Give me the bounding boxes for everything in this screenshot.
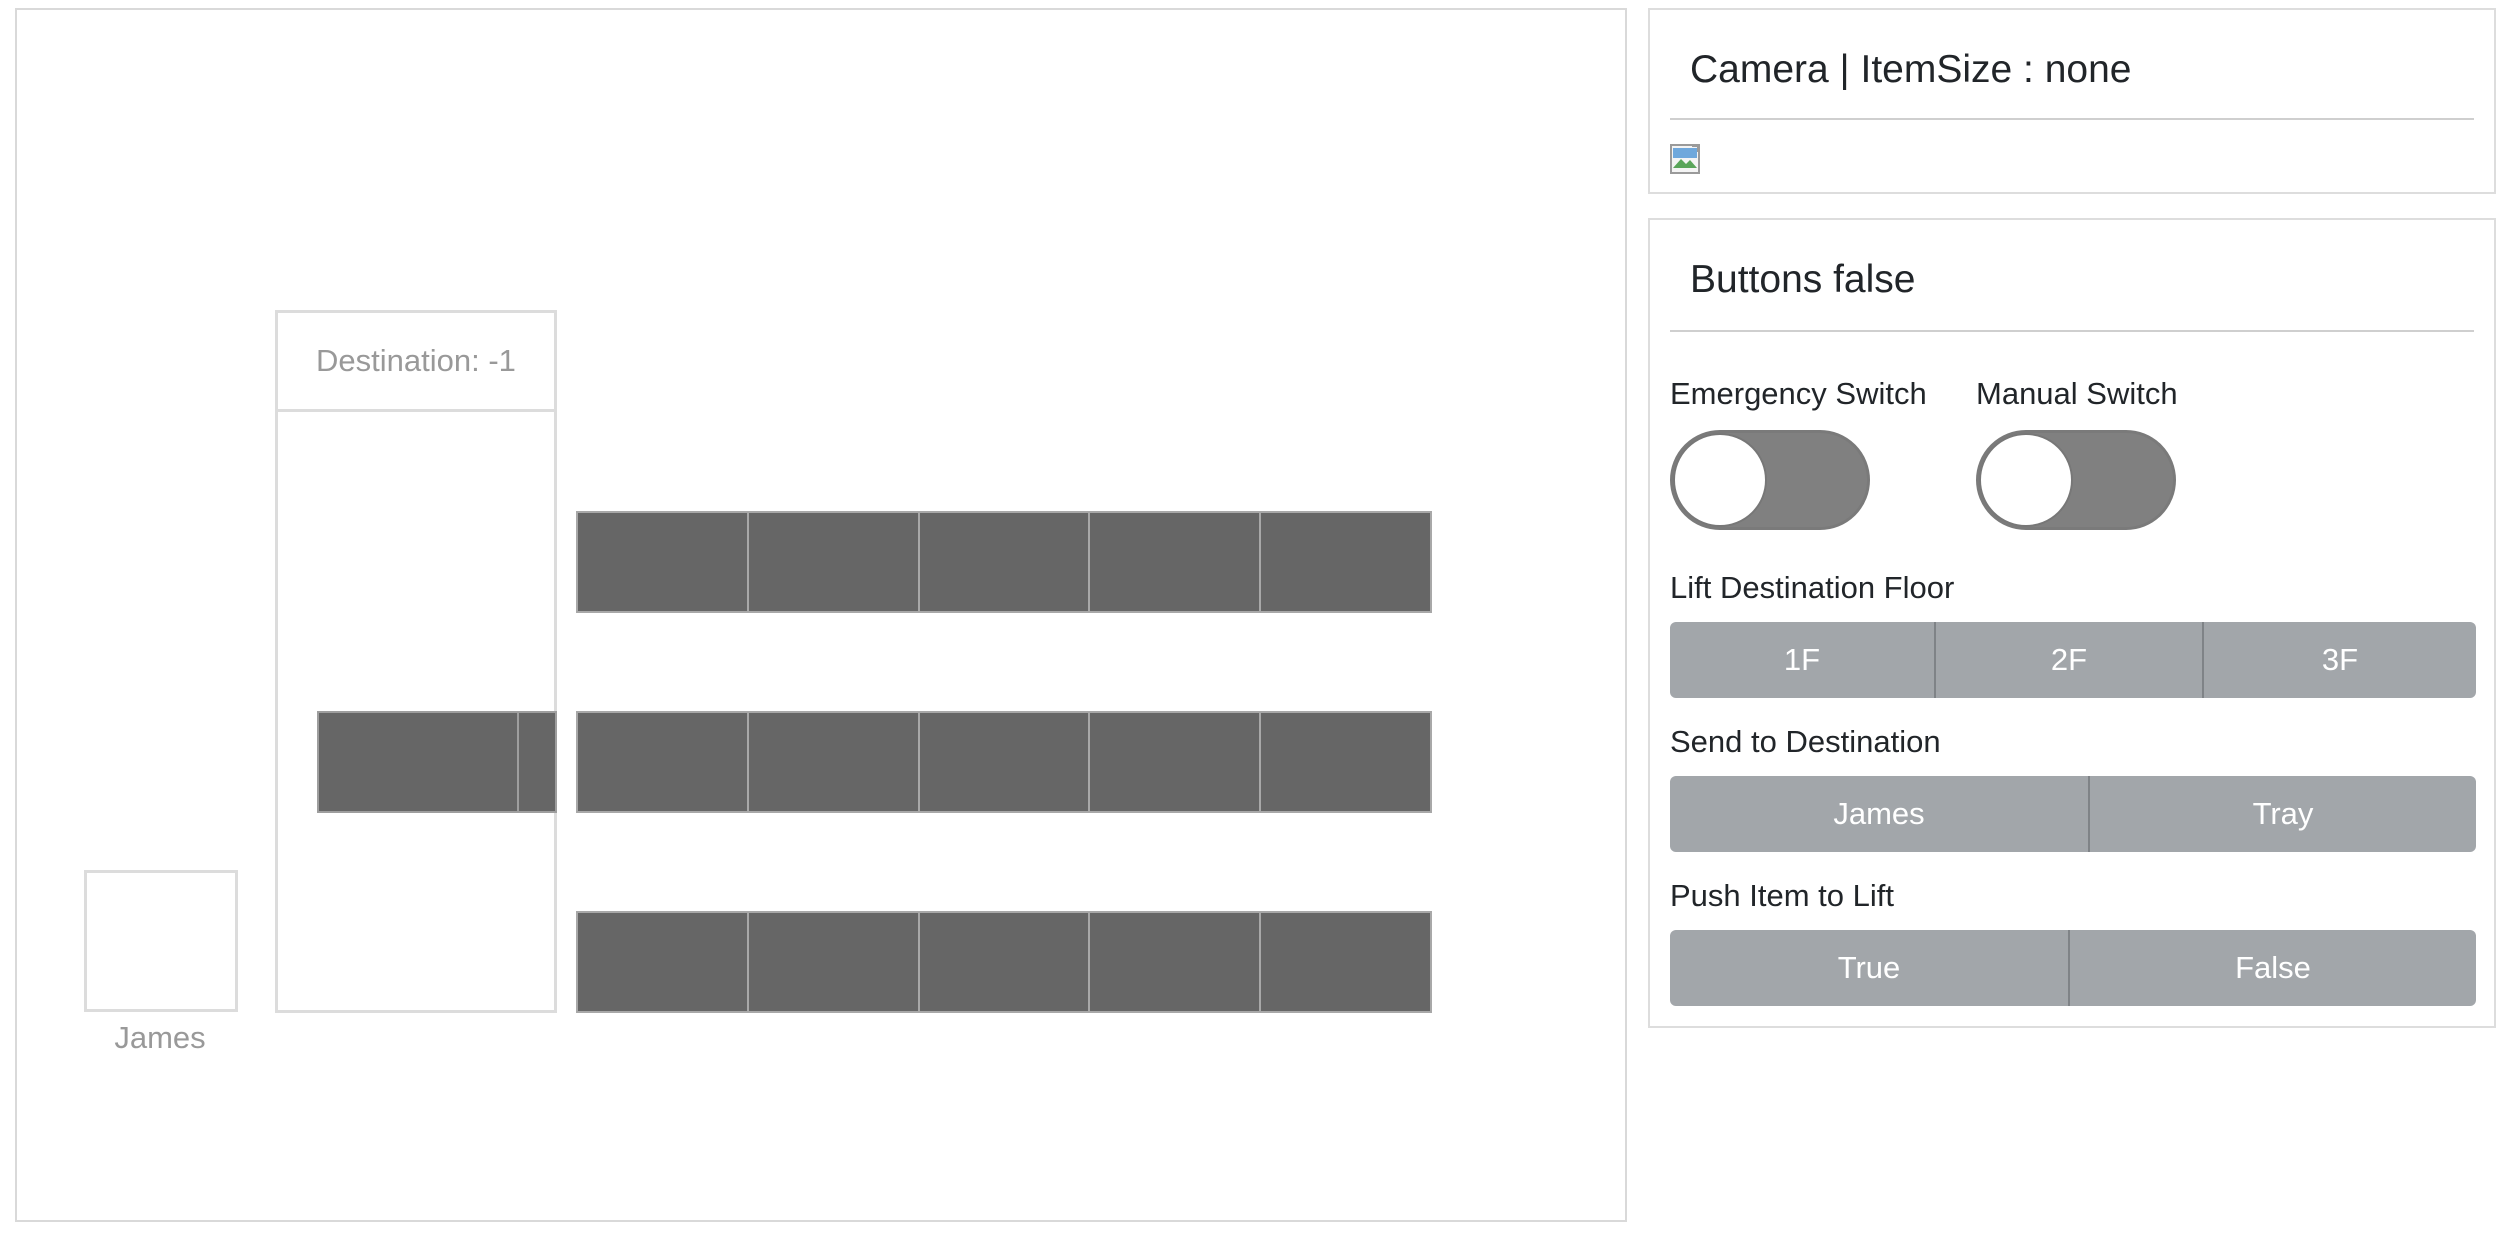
shelf-slot bbox=[1259, 511, 1432, 613]
send-destination-label: Send to Destination bbox=[1670, 724, 1941, 759]
push-false-button[interactable]: False bbox=[2070, 930, 2476, 1006]
manual-switch-label: Manual Switch bbox=[1976, 376, 2178, 411]
push-button-group: True False bbox=[1670, 930, 2476, 1006]
floor-2f-button[interactable]: 2F bbox=[1936, 622, 2204, 698]
camera-panel: Camera | ItemSize : none bbox=[1648, 8, 2496, 194]
divider bbox=[1670, 330, 2474, 332]
push-item-label: Push Item to Lift bbox=[1670, 878, 1894, 913]
send-james-button[interactable]: James bbox=[1670, 776, 2090, 852]
toggle-knob bbox=[1673, 433, 1767, 527]
shelf-slot bbox=[1259, 911, 1432, 1013]
emergency-switch-toggle[interactable] bbox=[1670, 430, 1870, 530]
shelf-slot bbox=[917, 511, 1091, 613]
shelf-row-bottom bbox=[576, 911, 1432, 1013]
shelf-slot bbox=[746, 711, 920, 813]
floor-1f-button[interactable]: 1F bbox=[1670, 622, 1936, 698]
shelf-slot bbox=[917, 711, 1091, 813]
buttons-panel: Buttons false Emergency Switch Manual Sw… bbox=[1648, 218, 2496, 1028]
shelf-slot bbox=[576, 711, 749, 813]
shelf-row-top bbox=[576, 511, 1432, 613]
shelf-slot bbox=[917, 911, 1091, 1013]
shelf-slot bbox=[576, 511, 749, 613]
manual-switch-toggle[interactable] bbox=[1976, 430, 2176, 530]
shelf-slot bbox=[1088, 711, 1262, 813]
shelf-slot bbox=[576, 911, 749, 1013]
lift-item-slot bbox=[317, 711, 521, 813]
floor-3f-button[interactable]: 3F bbox=[2204, 622, 2476, 698]
person-label: James bbox=[114, 1020, 206, 1055]
floor-button-group: 1F 2F 3F bbox=[1670, 622, 2476, 698]
shelf-slot bbox=[746, 911, 920, 1013]
lift-destination-header: Destination: -1 bbox=[275, 310, 557, 412]
simulation-canvas: James Destination: -1 bbox=[15, 8, 1627, 1222]
shelf-slot bbox=[746, 511, 920, 613]
shelf-row-middle bbox=[576, 711, 1432, 813]
person-station bbox=[84, 870, 238, 1012]
shelf-slot bbox=[1259, 711, 1432, 813]
lift-floor-label: Lift Destination Floor bbox=[1670, 570, 1955, 605]
divider bbox=[1670, 118, 2474, 120]
broken-image-icon bbox=[1670, 144, 1700, 174]
shelf-slot bbox=[1088, 511, 1262, 613]
shelf-slot bbox=[1088, 911, 1262, 1013]
emergency-switch-label: Emergency Switch bbox=[1670, 376, 1927, 411]
send-tray-button[interactable]: Tray bbox=[2090, 776, 2476, 852]
lift-item-slot bbox=[517, 711, 557, 813]
push-true-button[interactable]: True bbox=[1670, 930, 2070, 1006]
camera-panel-title: Camera | ItemSize : none bbox=[1690, 48, 2132, 91]
destination-button-group: James Tray bbox=[1670, 776, 2476, 852]
page: James Destination: -1 Camera | ItemSize … bbox=[0, 0, 2506, 1240]
toggle-knob bbox=[1979, 433, 2073, 527]
buttons-panel-title: Buttons false bbox=[1690, 258, 1916, 301]
